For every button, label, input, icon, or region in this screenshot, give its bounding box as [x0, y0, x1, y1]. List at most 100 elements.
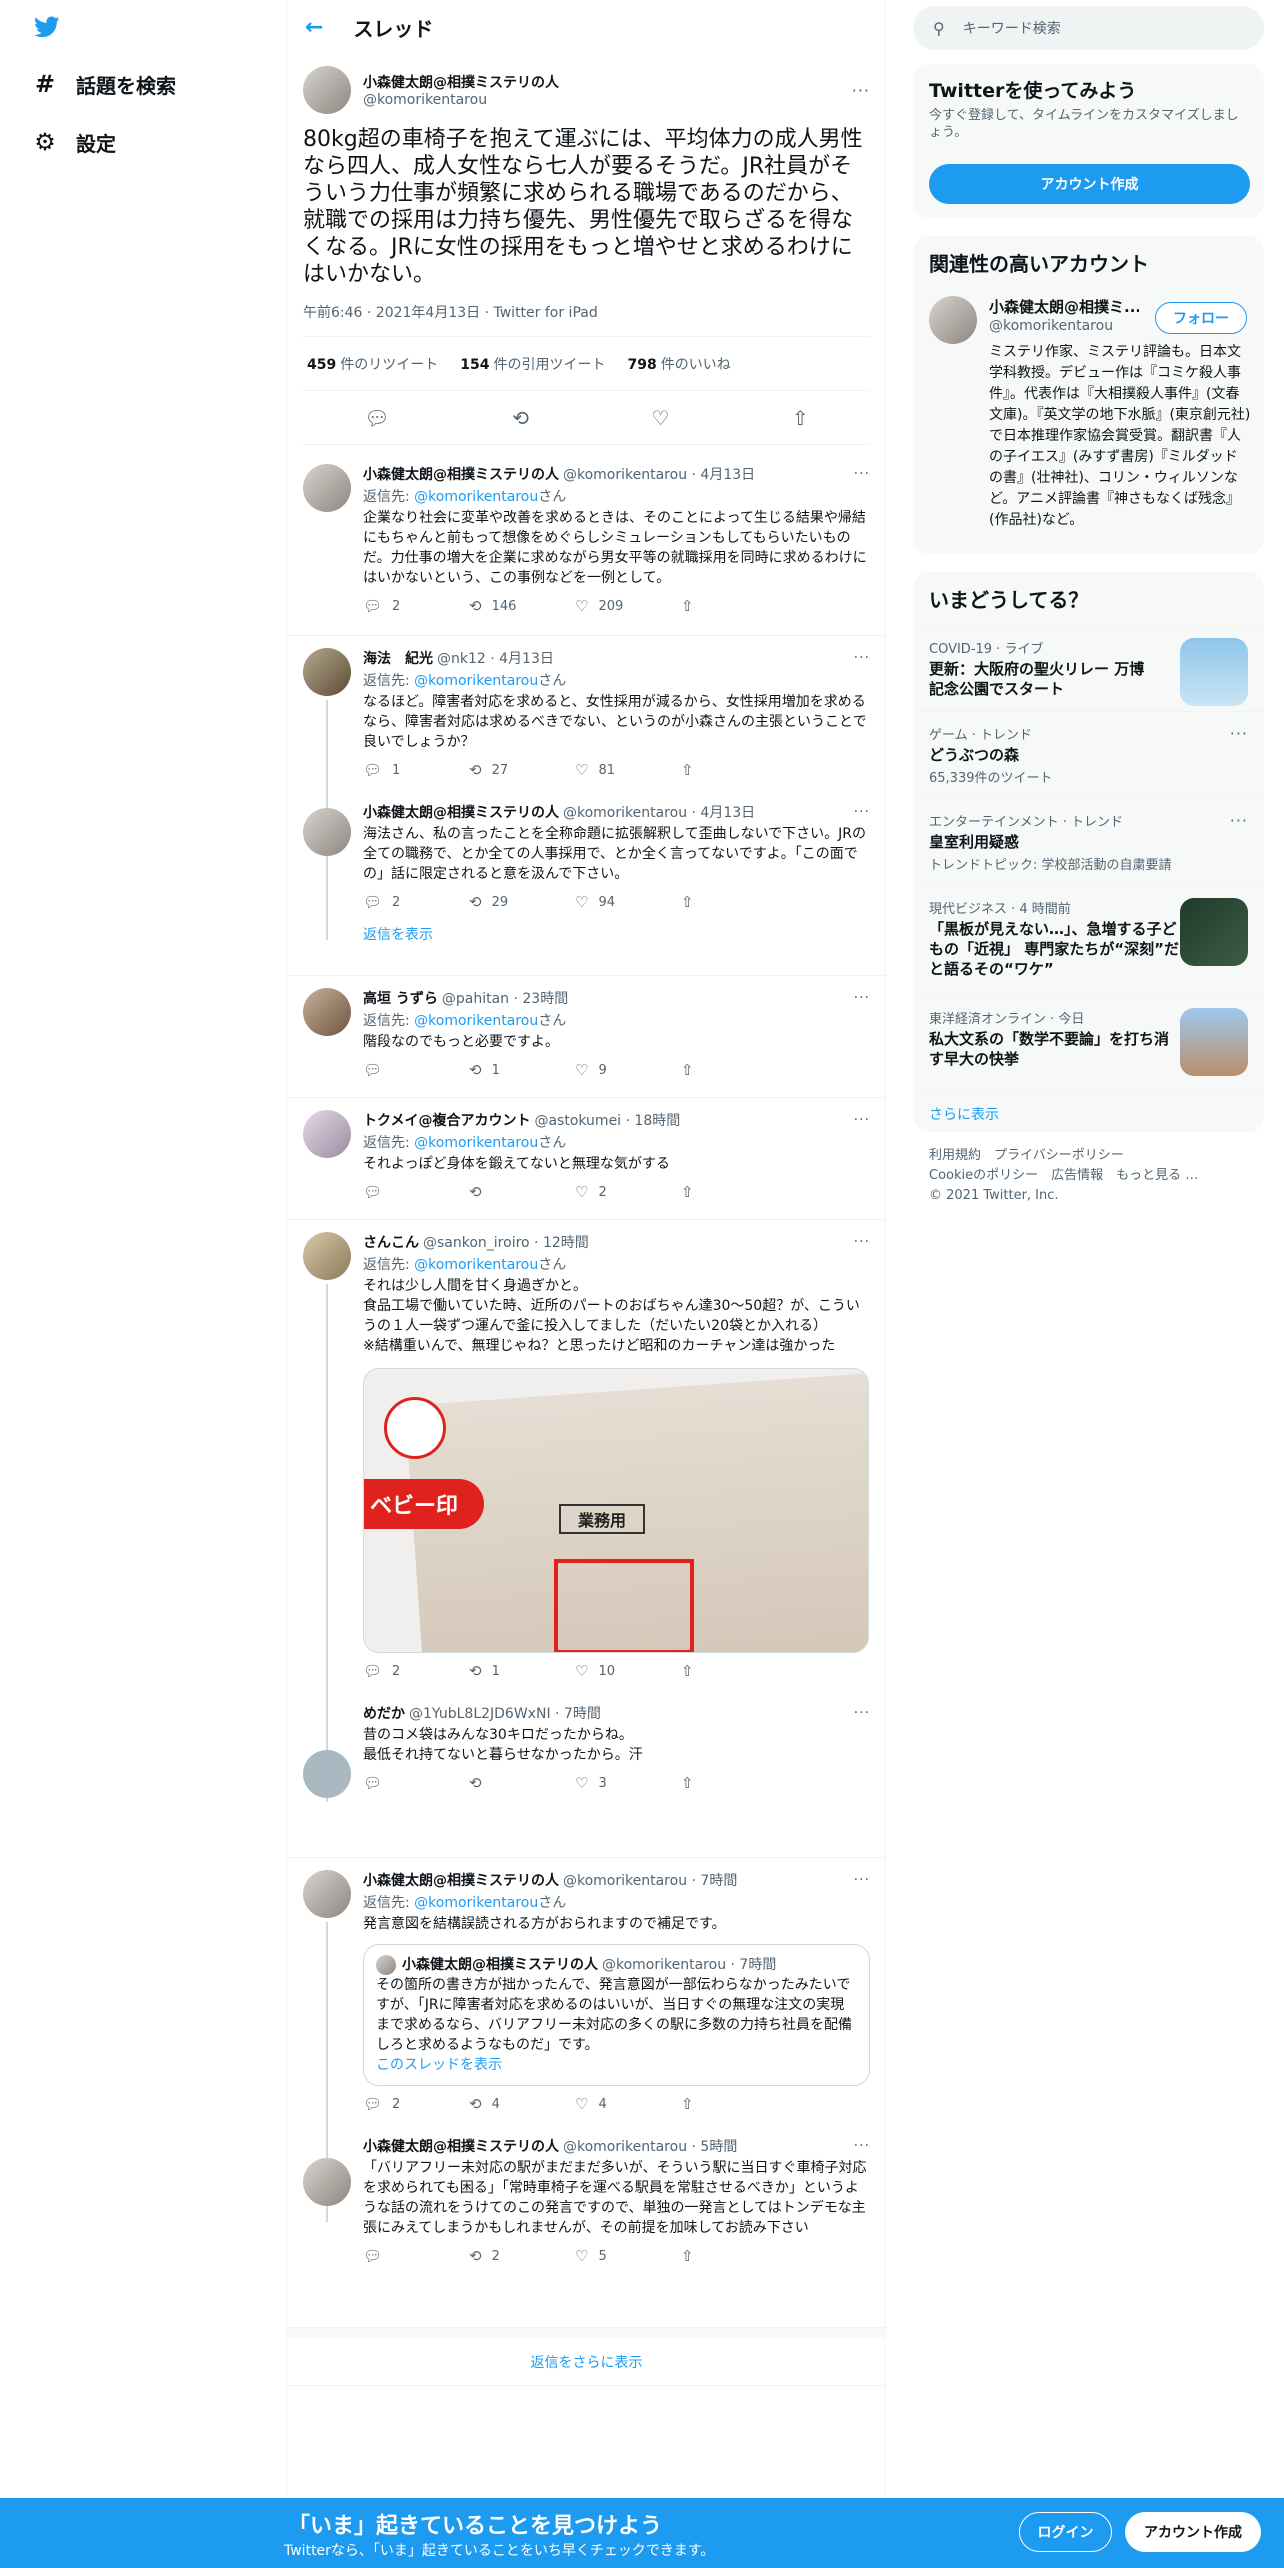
avatar[interactable]: [303, 1232, 351, 1280]
footer-line-1[interactable]: 利用規約 プライバシーポリシー: [929, 1146, 1249, 1166]
more-options-icon[interactable]: ···: [852, 81, 870, 100]
avatar[interactable]: [303, 988, 351, 1036]
author-name[interactable]: 海法 紀光: [363, 648, 433, 668]
retweet-button[interactable]: ⟲ 1: [469, 1662, 575, 1680]
trends-show-more[interactable]: さらに表示: [913, 1091, 1264, 1132]
retweet-button[interactable]: ⟲ 29: [469, 893, 575, 911]
reply-tweet[interactable]: 小森健太朗@相撲ミステリの人 @komorikentarou · 5時間 ··· 「…: [363, 2136, 870, 2274]
reply-to-link[interactable]: @komorikentarou: [414, 1013, 538, 1029]
author-name[interactable]: トクメイ@複合アカウント: [363, 1110, 530, 1130]
twitter-logo-icon[interactable]: [32, 14, 62, 40]
signup-button[interactable]: アカウント作成: [1125, 2512, 1261, 2552]
author-name[interactable]: 小森健太朗@相撲ミステリの人: [363, 1870, 559, 1890]
trend-item[interactable]: 東洋経済オンライン · 今日 私大文系の「数学不要論」を打ち消す早大の快挙: [913, 995, 1264, 1091]
more-options-icon[interactable]: ···: [1230, 811, 1248, 830]
author-handle[interactable]: @sankon_iroiro · 12時間: [423, 1232, 589, 1252]
trend-item[interactable]: エンターテインメント · トレンド 皇室利用疑惑 トレンドトピック: 学校部活動…: [913, 798, 1264, 885]
reply-tweet[interactable]: 高垣 うずら @pahitan · 23時間 ··· 返信先: @komoriken…: [287, 976, 886, 1098]
more-options-icon[interactable]: ···: [1230, 724, 1248, 743]
author-handle[interactable]: @1YubL8L2JD6WxNI · 7時間: [409, 1703, 601, 1723]
retweet-icon[interactable]: ⟲: [512, 406, 529, 430]
attached-photo[interactable]: ベビー印 業務用: [363, 1368, 869, 1653]
share-button[interactable]: ⇧: [681, 2095, 787, 2113]
reply-to-link[interactable]: @komorikentarou: [414, 1257, 538, 1273]
quoted-tweet[interactable]: 小森健太朗@相撲ミステリの人 @komorikentarou · 7時間 その箇所…: [363, 1944, 870, 2086]
trend-item[interactable]: COVID-19 · ライブ 更新：大阪府の聖火リレー 万博記念公園でスタート: [913, 625, 1264, 711]
more-options-icon[interactable]: ···: [854, 1112, 870, 1128]
author-name[interactable]: 小森健太朗@相撲ミステリの人: [363, 802, 559, 822]
more-options-icon[interactable]: ···: [854, 990, 870, 1006]
like-button[interactable]: ♡ 9: [575, 1061, 681, 1079]
share-button[interactable]: ⇧: [681, 761, 787, 779]
avatar[interactable]: [303, 808, 351, 856]
reply-button[interactable]: 💬︎ 2: [363, 893, 469, 911]
show-more-replies[interactable]: 返信をさらに表示: [287, 2338, 886, 2386]
more-options-icon[interactable]: ···: [854, 804, 870, 820]
follow-button[interactable]: フォロー: [1155, 302, 1247, 334]
author-handle[interactable]: @astokumei · 18時間: [534, 1110, 680, 1130]
retweet-button[interactable]: ⟲ 4: [469, 2095, 575, 2113]
reply-tweet[interactable]: 小森健太朗@相撲ミステリの人 @komorikentarou · 4月13日 ···…: [363, 802, 870, 944]
related-name[interactable]: 小森健太朗@相撲ミ...: [989, 296, 1139, 317]
author-handle[interactable]: @nk12 · 4月13日: [437, 648, 554, 668]
retweet-button[interactable]: ⟲: [469, 1183, 575, 1201]
author-handle[interactable]: @komorikentarou · 4月13日: [563, 464, 755, 484]
reply-button[interactable]: 💬︎: [363, 1774, 469, 1792]
share-button[interactable]: ⇧: [681, 1183, 787, 1201]
reply-button[interactable]: 💬︎: [363, 1183, 469, 1201]
more-options-icon[interactable]: ···: [854, 1872, 870, 1888]
reply-to-link[interactable]: @komorikentarou: [414, 673, 538, 689]
author-handle[interactable]: @komorikentarou · 4月13日: [563, 802, 755, 822]
like-button[interactable]: ♡ 5: [575, 2247, 681, 2265]
back-arrow-icon[interactable]: ←: [305, 15, 323, 40]
retweet-button[interactable]: ⟲: [469, 1774, 575, 1792]
retweet-button[interactable]: ⟲ 27: [469, 761, 575, 779]
author-name[interactable]: 小森健太朗@相撲ミステリの人: [363, 464, 559, 484]
reply-to-link[interactable]: @komorikentarou: [414, 489, 538, 505]
avatar[interactable]: [929, 296, 977, 344]
reply-tweet[interactable]: めだか @1YubL8L2JD6WxNI · 7時間 ··· 昔のコメ袋はみんな30…: [363, 1703, 870, 1801]
nav-explore[interactable]: # 話題を検索: [32, 64, 176, 104]
nav-settings[interactable]: ⚙ 設定: [32, 122, 116, 162]
retweet-count[interactable]: 459 件のリツイート: [307, 354, 438, 374]
search-input[interactable]: ⚲ キーワード検索: [913, 6, 1264, 50]
author-name[interactable]: 小森健太朗@相撲ミステリの人: [363, 72, 559, 92]
share-button[interactable]: ⇧: [681, 2247, 787, 2265]
avatar[interactable]: [303, 648, 351, 696]
reply-tweet[interactable]: 小森健太朗@相撲ミステリの人 @komorikentarou · 7時間 ··· 返…: [363, 1870, 870, 2122]
quote-count[interactable]: 154 件の引用ツイート: [460, 354, 605, 374]
share-button[interactable]: ⇧: [681, 597, 787, 615]
share-button[interactable]: ⇧: [681, 893, 787, 911]
more-options-icon[interactable]: ···: [854, 650, 870, 666]
reply-to-link[interactable]: @komorikentarou: [414, 1135, 538, 1151]
reply-icon[interactable]: 💬︎: [364, 406, 389, 430]
author-handle[interactable]: @komorikentarou · 5時間: [563, 2136, 737, 2156]
author-handle[interactable]: @komorikentarou: [363, 92, 559, 108]
like-button[interactable]: ♡ 81: [575, 761, 681, 779]
like-button[interactable]: ♡ 10: [575, 1662, 681, 1680]
reply-tweet[interactable]: 海法 紀光 @nk12 · 4月13日 ··· 返信先: @komorikentar…: [363, 648, 870, 788]
more-options-icon[interactable]: ···: [854, 2138, 870, 2154]
like-button[interactable]: ♡ 209: [575, 597, 681, 615]
share-button[interactable]: ⇧: [681, 1061, 787, 1079]
retweet-button[interactable]: ⟲ 146: [469, 597, 575, 615]
reply-button[interactable]: 💬︎ 2: [363, 1662, 469, 1680]
avatar[interactable]: [303, 66, 351, 114]
avatar[interactable]: [303, 464, 351, 512]
reply-button[interactable]: 💬︎: [363, 1061, 469, 1079]
avatar[interactable]: [303, 1110, 351, 1158]
create-account-button[interactable]: アカウント作成: [929, 164, 1250, 204]
more-options-icon[interactable]: ···: [854, 466, 870, 482]
related-handle[interactable]: @komorikentarou: [989, 318, 1113, 334]
retweet-button[interactable]: ⟲ 1: [469, 1061, 575, 1079]
author-name[interactable]: 小森健太朗@相撲ミステリの人: [363, 2136, 559, 2156]
share-icon[interactable]: ⇧: [792, 406, 809, 430]
like-button[interactable]: ♡ 2: [575, 1183, 681, 1201]
reply-button[interactable]: 💬︎ 2: [363, 597, 469, 615]
reply-tweet[interactable]: さんこん @sankon_iroiro · 12時間 ··· 返信先: @komor…: [363, 1232, 870, 1689]
share-button[interactable]: ⇧: [681, 1774, 787, 1792]
like-button[interactable]: ♡ 3: [575, 1774, 681, 1792]
reply-button[interactable]: 💬︎ 2: [363, 2095, 469, 2113]
default-avatar-icon[interactable]: [303, 1750, 351, 1798]
show-thread-link[interactable]: このスレッドを表示: [376, 2055, 857, 2075]
